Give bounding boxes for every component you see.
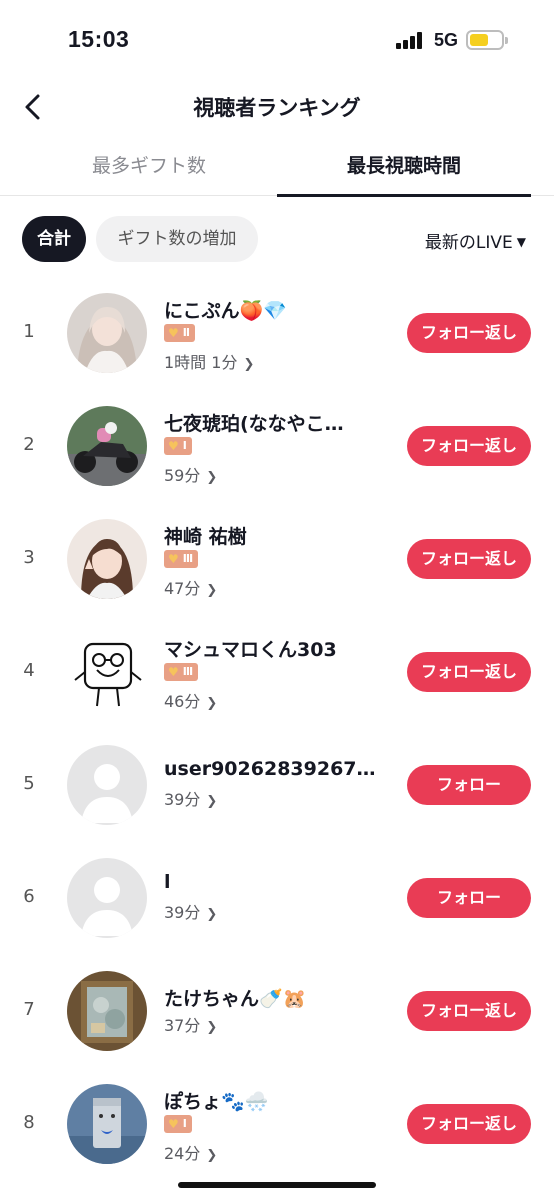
fan-level-badge: ♥ Ⅲ <box>164 663 199 681</box>
list-item[interactable]: 6 l 39分 ❯ フォロー <box>0 841 554 954</box>
tab-longest-watch-time[interactable]: 最長視聴時間 <box>277 140 531 197</box>
follow-button[interactable]: フォロー <box>407 878 531 918</box>
rank-number: 6 <box>23 886 35 907</box>
avatar[interactable] <box>67 1084 147 1164</box>
filter-bar: 合計 ギフト数の増加 最新のLIVE ▼ <box>0 216 554 264</box>
avatar[interactable] <box>67 745 147 825</box>
follow-back-button[interactable]: フォロー返し <box>407 313 531 353</box>
follow-back-button[interactable]: フォロー返し <box>407 652 531 692</box>
avatar[interactable] <box>67 858 147 938</box>
chevron-right-icon: ❯ <box>206 1148 218 1163</box>
avatar[interactable] <box>67 519 147 599</box>
sort-label: 最新のLIVE <box>424 233 513 253</box>
chevron-down-icon: ▼ <box>516 235 526 249</box>
fan-level-badge: ♥ Ⅰ <box>164 1115 192 1133</box>
watch-duration-text: 46分 <box>164 692 201 711</box>
avatar[interactable] <box>67 293 147 373</box>
heart-icon: ♥ <box>168 1117 179 1131</box>
status-bar: 15:03 5G <box>0 0 554 80</box>
watch-duration[interactable]: 39分 ❯ <box>164 899 217 923</box>
sort-dropdown[interactable]: 最新のLIVE ▼ <box>425 228 526 253</box>
chevron-right-icon: ❯ <box>206 794 218 809</box>
default-avatar-icon <box>67 858 147 938</box>
watch-duration-text: 39分 <box>164 790 201 809</box>
heart-icon: ♥ <box>168 326 179 340</box>
network-type: 5G <box>434 30 459 50</box>
heart-icon: ♥ <box>168 665 179 679</box>
chevron-right-icon: ❯ <box>206 470 218 485</box>
home-indicator <box>178 1182 376 1188</box>
badge-level: Ⅲ <box>182 665 194 678</box>
rank-number: 2 <box>23 434 35 455</box>
rank-number: 3 <box>23 547 35 568</box>
avatar[interactable] <box>67 632 147 712</box>
chevron-right-icon: ❯ <box>206 583 218 598</box>
watch-duration[interactable]: 46分 ❯ <box>164 688 217 712</box>
watch-duration-text: 59分 <box>164 466 201 485</box>
rank-number: 7 <box>23 999 35 1020</box>
follow-back-button[interactable]: フォロー返し <box>407 426 531 466</box>
tab-bar: 最多ギフト数 最長視聴時間 <box>0 140 554 197</box>
follow-back-button[interactable]: フォロー返し <box>407 1104 531 1144</box>
rank-number: 1 <box>23 321 35 342</box>
badge-level: Ⅲ <box>182 552 194 565</box>
watch-duration[interactable]: 1時間 1分 ❯ <box>164 349 254 373</box>
follow-button[interactable]: フォロー <box>407 765 531 805</box>
watch-duration[interactable]: 59分 ❯ <box>164 462 217 486</box>
watch-duration-text: 37分 <box>164 1016 201 1035</box>
default-avatar-icon <box>67 745 147 825</box>
viewer-name: にこぷん🍑💎 <box>164 300 287 322</box>
chevron-right-icon: ❯ <box>206 907 218 922</box>
viewer-name: 神崎 祐樹 <box>164 526 247 548</box>
heart-icon: ♥ <box>168 439 179 453</box>
list-item[interactable]: 8 ぽちょ🐾🌨️ ♥ Ⅰ 24分 ❯ フォロー返し <box>0 1067 554 1180</box>
avatar[interactable] <box>67 971 147 1051</box>
list-item[interactable]: 7 たけちゃん🍼🐹 37分 ❯ フォロー返し <box>0 954 554 1067</box>
avatar[interactable] <box>67 406 147 486</box>
watch-duration[interactable]: 39分 ❯ <box>164 786 217 810</box>
viewer-name: マシュマロくん303 <box>164 639 337 661</box>
chevron-right-icon: ❯ <box>206 696 218 711</box>
signal-icon <box>396 31 426 49</box>
list-item[interactable]: 3 神崎 祐樹 ♥ Ⅲ 47分 ❯ フォロー返し <box>0 502 554 615</box>
rank-number: 8 <box>23 1112 35 1133</box>
list-item[interactable]: 2 七夜琥珀(ななやこ… ♥ Ⅰ 59分 ❯ フォロー返し <box>0 389 554 502</box>
badge-level: Ⅰ <box>182 439 187 452</box>
fan-level-badge: ♥ Ⅰ <box>164 437 192 455</box>
follow-back-button[interactable]: フォロー返し <box>407 539 531 579</box>
fan-level-badge: ♥ Ⅲ <box>164 550 199 568</box>
battery-icon <box>466 30 508 50</box>
viewer-name: l <box>164 871 171 893</box>
watch-duration[interactable]: 47分 ❯ <box>164 575 217 599</box>
list-item[interactable]: 1 にこぷん🍑💎 ♥ Ⅱ 1時間 1分 ❯ フォロー返し <box>0 276 554 389</box>
chevron-right-icon: ❯ <box>206 1020 218 1035</box>
viewer-name: ぽちょ🐾🌨️ <box>164 1091 269 1113</box>
viewer-name: user90262839267… <box>164 758 376 780</box>
viewer-list: 1 にこぷん🍑💎 ♥ Ⅱ 1時間 1分 ❯ フォロー返し 2 七夜琥珀(ななやこ… <box>0 276 554 1180</box>
watch-duration-text: 39分 <box>164 903 201 922</box>
filter-chip-gift-increase[interactable]: ギフト数の増加 <box>96 216 258 262</box>
follow-back-button[interactable]: フォロー返し <box>407 991 531 1031</box>
status-time: 15:03 <box>68 26 130 52</box>
filter-chip-total[interactable]: 合計 <box>22 216 86 262</box>
page-title: 視聴者ランキング <box>193 96 361 120</box>
viewer-name: 七夜琥珀(ななやこ… <box>164 413 344 435</box>
tab-most-gifts[interactable]: 最多ギフト数 <box>22 140 276 195</box>
watch-duration[interactable]: 37分 ❯ <box>164 1012 217 1036</box>
rank-number: 5 <box>23 773 35 794</box>
chevron-right-icon: ❯ <box>243 357 255 372</box>
viewer-name: たけちゃん🍼🐹 <box>164 988 307 1010</box>
fan-level-badge: ♥ Ⅱ <box>164 324 196 342</box>
heart-icon: ♥ <box>168 552 179 566</box>
rank-number: 4 <box>23 660 35 681</box>
list-item[interactable]: 4 マシュマロくん303 ♥ Ⅲ 46分 ❯ フォロー返し <box>0 615 554 728</box>
badge-level: Ⅱ <box>182 326 191 339</box>
list-item[interactable]: 5 user90262839267… 39分 ❯ フォロー <box>0 728 554 841</box>
watch-duration[interactable]: 24分 ❯ <box>164 1140 217 1164</box>
watch-duration-text: 47分 <box>164 579 201 598</box>
badge-level: Ⅰ <box>182 1117 187 1130</box>
nav-bar: 視聴者ランキング <box>0 80 554 136</box>
watch-duration-text: 24分 <box>164 1144 201 1163</box>
watch-duration-text: 1時間 1分 <box>164 353 238 372</box>
